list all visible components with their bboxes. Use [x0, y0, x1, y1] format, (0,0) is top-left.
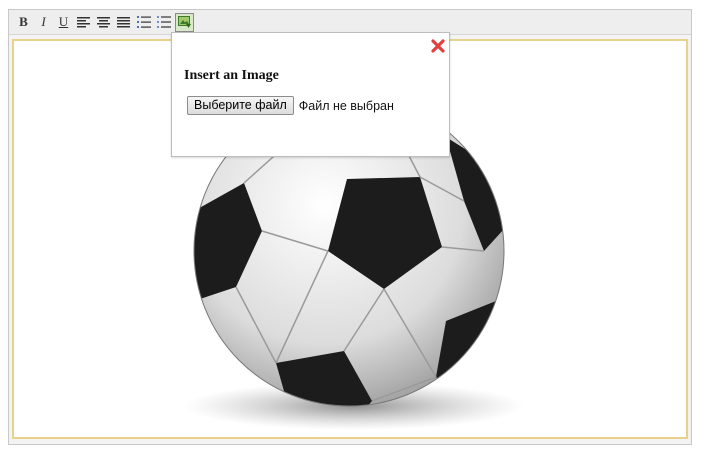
insert-image-icon[interactable] — [175, 12, 194, 32]
insert-image-dialog: Insert an Image Выберите файл Файл не вы… — [171, 32, 450, 157]
ordered-list-icon[interactable] — [135, 14, 152, 31]
align-justify-icon[interactable] — [115, 14, 132, 31]
choose-file-button[interactable]: Выберите файл — [187, 96, 294, 115]
close-icon[interactable] — [431, 39, 445, 53]
bold-button[interactable]: B — [15, 14, 32, 31]
italic-button[interactable]: I — [35, 14, 52, 31]
align-left-icon[interactable] — [75, 14, 92, 31]
unordered-list-icon[interactable] — [155, 14, 172, 31]
underline-button[interactable]: U — [55, 14, 72, 31]
align-center-icon[interactable] — [95, 14, 112, 31]
file-status-text: Файл не выбран — [298, 98, 394, 113]
file-input-row: Выберите файл Файл не выбран — [187, 96, 394, 115]
dialog-title: Insert an Image — [184, 68, 279, 83]
